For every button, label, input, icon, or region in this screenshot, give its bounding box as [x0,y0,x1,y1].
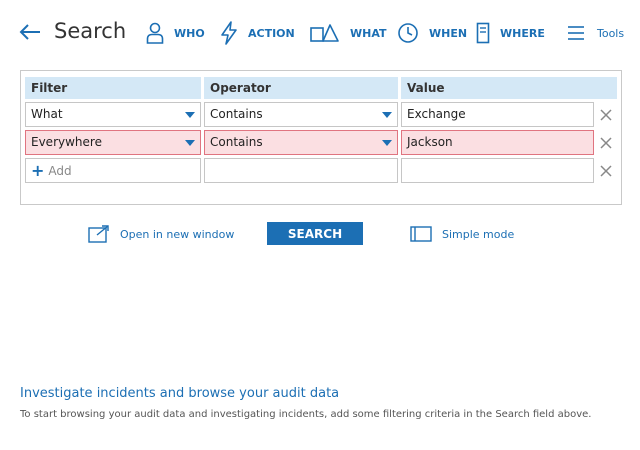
remove-row-icon[interactable] [599,136,613,150]
caret-down-icon [382,140,392,146]
operator-select[interactable]: Contains [204,102,398,127]
nav-where[interactable]: WHERE [476,18,545,48]
nav-action[interactable]: ACTION [220,18,295,48]
plus-icon: + [31,161,45,180]
external-window-icon [88,225,109,243]
column-header-operator: Operator [204,77,398,99]
open-new-window-link[interactable]: Open in new window [88,224,234,244]
operator-select-value: Contains [210,135,263,149]
caret-down-icon [185,140,195,146]
server-icon [476,22,490,44]
caret-down-icon [185,112,195,118]
info-text: To start browsing your audit data and in… [20,409,592,420]
filter-select[interactable]: Everywhere [25,130,201,155]
page-title: Search [54,19,127,43]
person-icon [146,22,164,44]
remove-row-icon[interactable] [599,108,613,122]
caret-down-icon [382,112,392,118]
lightning-icon [221,21,237,45]
info-title: Investigate incidents and browse your au… [20,386,340,401]
value-input[interactable]: Jackson [401,130,594,155]
simple-mode-icon [410,226,432,242]
value-input-text: Jackson [407,135,453,149]
add-filter-label: Add [48,164,72,178]
simple-mode-link[interactable]: Simple mode [410,224,514,244]
value-input-text: Exchange [407,107,466,121]
operator-empty[interactable] [204,158,398,183]
clock-icon [398,23,418,43]
header: Search WHO ACTION WHAT WHEN WHERE Tools [0,0,640,66]
column-header-filter: Filter [25,77,201,99]
menu-icon [568,26,584,40]
nav-tools[interactable]: Tools [567,18,624,48]
nav-who[interactable]: WHO [146,18,205,48]
simple-mode-label: Simple mode [442,227,515,241]
nav-when-label: WHEN [429,26,468,40]
search-button[interactable]: SEARCH [267,222,363,245]
nav-when[interactable]: WHEN [397,18,467,48]
filter-select-value: Everywhere [31,135,102,149]
filter-select[interactable]: What [25,102,201,127]
value-empty[interactable] [401,158,594,183]
value-input[interactable]: Exchange [401,102,594,127]
remove-row-icon[interactable] [599,164,613,178]
operator-select[interactable]: Contains [204,130,398,155]
column-header-value: Value [401,77,617,99]
nav-tools-label: Tools [597,26,625,40]
add-filter-button[interactable]: + Add [25,158,201,183]
nav-action-label: ACTION [248,26,295,40]
nav-where-label: WHERE [500,26,545,40]
filter-panel: Filter Operator Value What Contains Exch… [20,70,622,205]
back-arrow-icon[interactable] [18,20,42,44]
shapes-icon [310,24,339,42]
nav-what-label: WHAT [350,26,387,40]
filter-select-value: What [31,107,63,121]
nav-what[interactable]: WHAT [310,18,387,48]
nav-who-label: WHO [174,26,205,40]
open-new-window-label: Open in new window [120,227,235,241]
operator-select-value: Contains [210,107,263,121]
